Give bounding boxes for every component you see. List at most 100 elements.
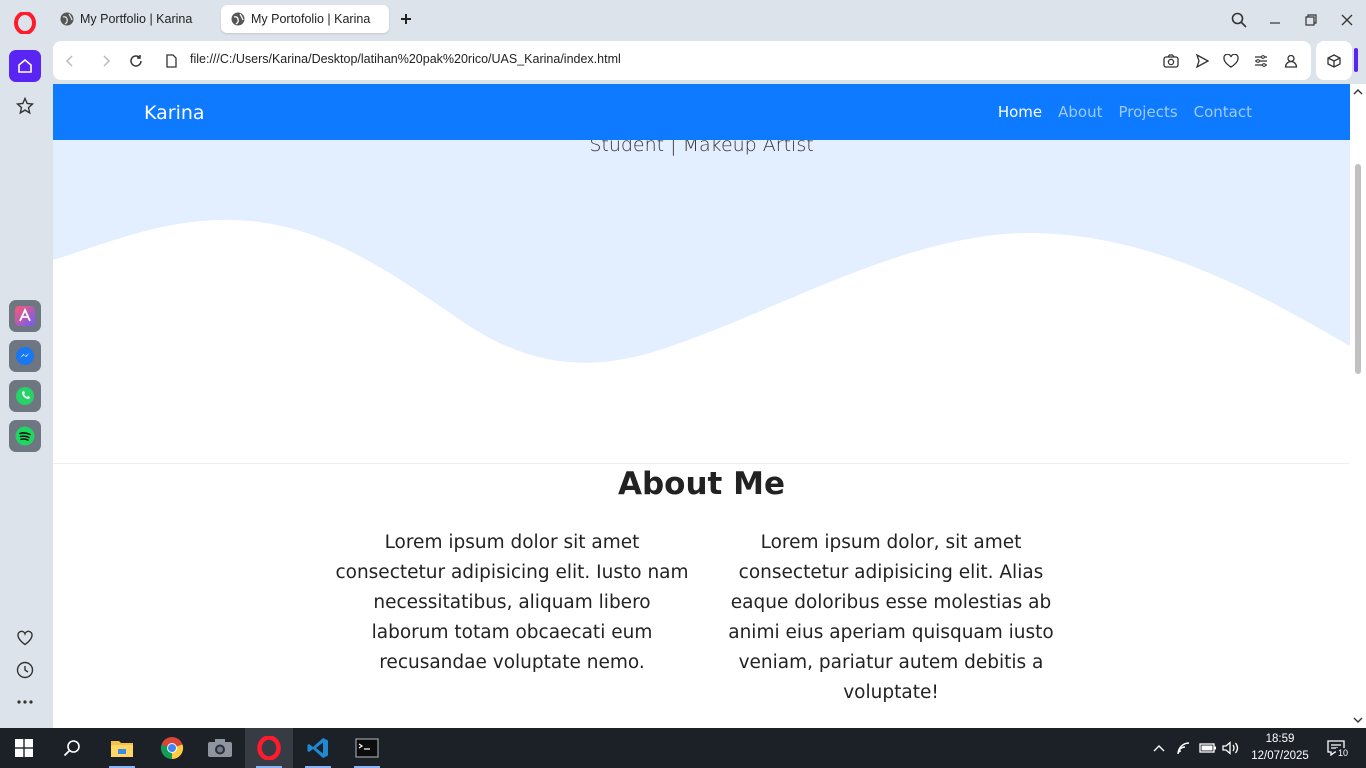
start-icon xyxy=(15,739,33,757)
search-icon xyxy=(1231,12,1247,28)
minimize-button[interactable] xyxy=(1263,8,1287,32)
sidebar-spotify-button[interactable] xyxy=(9,420,41,452)
restore-icon xyxy=(1305,14,1317,26)
sidebar-aria-button[interactable] xyxy=(9,300,41,332)
search-icon xyxy=(63,740,80,757)
aria-icon xyxy=(15,306,35,326)
nav-link-projects[interactable]: Projects xyxy=(1119,103,1178,121)
page-viewport: Karina Home About Projects Contact Stude… xyxy=(53,84,1350,728)
address-bar-row: file:///C:/Users/Karina/Desktop/latihan%… xyxy=(53,41,1311,80)
start-button[interactable] xyxy=(0,728,48,768)
profile-button[interactable] xyxy=(1281,51,1301,71)
file-icon xyxy=(165,54,177,68)
reload-icon xyxy=(130,55,142,67)
sidebar-pinboards-button[interactable] xyxy=(9,622,41,654)
vscode-icon xyxy=(307,738,328,758)
page-info-button[interactable] xyxy=(161,51,181,71)
tab-portofolio-active[interactable]: My Portofolio | Karina xyxy=(221,5,389,33)
notification-center-button[interactable]: 10 xyxy=(1322,728,1351,768)
taskbar-vscode[interactable] xyxy=(294,728,342,768)
notification-count: 10 xyxy=(1336,748,1351,758)
whatsapp-icon xyxy=(16,387,34,405)
battery-button[interactable] xyxy=(1197,728,1219,768)
restore-button[interactable] xyxy=(1299,8,1323,32)
globe-icon xyxy=(60,12,74,26)
close-button[interactable] xyxy=(1335,8,1359,32)
back-arrow-icon xyxy=(65,55,73,67)
heart-icon xyxy=(17,630,33,646)
sidebar-home-button[interactable] xyxy=(9,50,41,82)
wifi-icon xyxy=(1177,742,1190,755)
page-scrollbar[interactable] xyxy=(1350,84,1366,728)
opera-icon xyxy=(257,736,281,760)
about-paragraph-2: Lorem ipsum dolor, sit amet consectetur … xyxy=(728,532,1054,703)
nav-link-home[interactable]: Home xyxy=(998,103,1042,121)
clock-time: 18:59 xyxy=(1265,733,1295,745)
file-explorer-icon xyxy=(111,741,133,757)
site-nav-links: Home About Projects Contact xyxy=(998,103,1252,121)
scroll-up-icon[interactable] xyxy=(1353,87,1363,97)
network-button[interactable] xyxy=(1173,728,1195,768)
url-field[interactable]: file:///C:/Users/Karina/Desktop/latihan%… xyxy=(190,52,621,66)
about-paragraph-1: Lorem ipsum dolor sit amet consectetur a… xyxy=(335,532,689,673)
scrollbar-thumb[interactable] xyxy=(1355,164,1361,374)
minimize-icon xyxy=(1270,22,1280,24)
add-to-pinboard-button[interactable] xyxy=(1221,51,1241,71)
scroll-down-icon[interactable] xyxy=(1353,715,1363,725)
new-tab-button[interactable] xyxy=(396,9,416,29)
flow-button[interactable] xyxy=(1192,51,1212,71)
sidebar-history-button[interactable] xyxy=(9,654,41,686)
sidebar-messenger-button[interactable] xyxy=(9,340,41,372)
taskbar-search-button[interactable] xyxy=(48,728,96,768)
taskbar-file-explorer[interactable] xyxy=(98,728,146,768)
home-icon xyxy=(18,58,32,73)
forward-button[interactable] xyxy=(96,51,116,71)
taskbar-opera[interactable] xyxy=(245,728,293,768)
chevron-up-icon xyxy=(1153,745,1165,752)
hero-wave-shape xyxy=(53,140,1350,363)
windows-taskbar: 18:59 12/07/2025 10 xyxy=(0,728,1366,768)
cube-icon xyxy=(1327,53,1341,68)
reload-button[interactable] xyxy=(126,51,146,71)
site-brand[interactable]: Karina xyxy=(144,102,205,124)
history-icon xyxy=(16,661,34,679)
nav-link-contact[interactable]: Contact xyxy=(1194,103,1252,121)
close-icon xyxy=(1341,14,1353,26)
camera-icon xyxy=(208,739,232,757)
show-hidden-icons-button[interactable] xyxy=(1149,728,1169,768)
taskbar-chrome[interactable] xyxy=(148,728,196,768)
sidebar-indicator xyxy=(1354,48,1358,72)
hero-wave-background xyxy=(53,140,1350,363)
star-icon xyxy=(16,97,34,115)
tab-portfolio[interactable]: My Portfolio | Karina xyxy=(50,5,215,33)
search-tabs-button[interactable] xyxy=(1227,8,1251,32)
opera-logo-icon[interactable] xyxy=(14,12,36,34)
browser-sidebar xyxy=(0,40,50,728)
taskbar-camera[interactable] xyxy=(196,728,244,768)
volume-button[interactable] xyxy=(1220,728,1242,768)
spotify-icon xyxy=(15,426,35,446)
chrome-icon xyxy=(160,737,184,760)
clock-date: 12/07/2025 xyxy=(1251,750,1309,762)
tab-bar: My Portfolio | Karina My Portofolio | Ka… xyxy=(0,0,1366,40)
taskbar-clock[interactable]: 18:59 12/07/2025 xyxy=(1240,731,1320,765)
nav-link-about[interactable]: About xyxy=(1058,103,1102,121)
easy-setup-button[interactable] xyxy=(1251,51,1271,71)
about-title: About Me xyxy=(617,466,786,502)
extensions-button[interactable] xyxy=(1316,41,1352,80)
snapshot-button[interactable] xyxy=(1161,51,1181,71)
terminal-icon xyxy=(355,738,379,758)
sidebar-whatsapp-button[interactable] xyxy=(9,380,41,412)
more-icon xyxy=(17,700,33,704)
messenger-icon xyxy=(16,347,34,365)
tab-title: My Portofolio | Karina xyxy=(251,12,371,26)
user-icon xyxy=(1284,54,1298,68)
heart-icon xyxy=(1223,54,1239,68)
camera-icon xyxy=(1163,54,1179,68)
globe-icon xyxy=(231,12,245,26)
sidebar-speed-dial-button[interactable] xyxy=(9,90,41,122)
tab-title: My Portfolio | Karina xyxy=(80,12,193,26)
back-button[interactable] xyxy=(60,51,80,71)
taskbar-terminal[interactable] xyxy=(343,728,391,768)
sidebar-more-button[interactable] xyxy=(9,686,41,718)
